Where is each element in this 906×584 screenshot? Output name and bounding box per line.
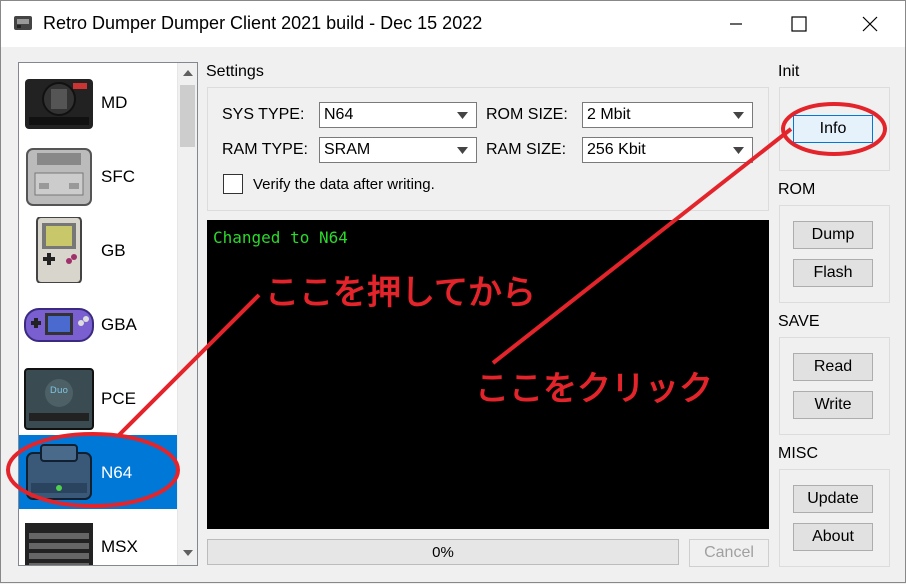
super-famicom-icon (26, 148, 92, 206)
system-item-n64[interactable]: N64 (19, 435, 177, 509)
chevron-down-icon (733, 147, 744, 154)
maximize-icon (791, 16, 807, 32)
minimize-icon (730, 23, 742, 25)
info-button[interactable]: Info (793, 115, 873, 143)
verify-checkbox[interactable] (223, 174, 243, 194)
annotation-click-here: ここをクリック (475, 369, 713, 409)
app-window: Retro Dumper Dumper Client 2021 build - … (0, 0, 906, 583)
write-button[interactable]: Write (793, 391, 873, 419)
save-group-label: SAVE (778, 313, 820, 330)
svg-text:Duo: Duo (50, 386, 69, 396)
chevron-down-icon (733, 112, 744, 119)
system-list-scrollbar[interactable] (177, 63, 197, 565)
sys-type-value: N64 (324, 106, 354, 123)
scroll-up-button[interactable] (178, 63, 197, 83)
about-button[interactable]: About (793, 523, 873, 551)
system-item-msx[interactable]: MSX (19, 509, 177, 565)
chevron-down-icon (457, 147, 468, 154)
dump-button[interactable]: Dump (793, 221, 873, 249)
system-label: PCE (101, 389, 136, 408)
init-group-label: Init (778, 63, 800, 80)
ram-size-value: 256 Kbit (587, 141, 646, 158)
misc-group (779, 469, 890, 567)
msx-icon (25, 523, 93, 565)
system-label: SFC (101, 167, 135, 186)
flash-button[interactable]: Flash (793, 259, 873, 287)
title-bar: Retro Dumper Dumper Client 2021 build - … (1, 1, 905, 47)
ram-size-select[interactable]: 256 Kbit (582, 137, 753, 163)
maximize-button[interactable] (776, 1, 822, 47)
scroll-down-button[interactable] (178, 543, 197, 563)
chevron-up-icon (182, 70, 193, 76)
rom-group-label: ROM (778, 181, 816, 198)
rom-size-select[interactable]: 2 Mbit (582, 102, 753, 128)
ram-type-label: RAM TYPE: (222, 141, 308, 158)
sys-type-select[interactable]: N64 (319, 102, 477, 128)
read-button[interactable]: Read (793, 353, 873, 381)
ram-size-label: RAM SIZE: (486, 141, 567, 158)
rom-group (779, 205, 890, 303)
window-title: Retro Dumper Dumper Client 2021 build - … (43, 13, 483, 33)
close-icon (862, 16, 878, 32)
misc-group-label: MISC (778, 445, 818, 462)
ram-type-select[interactable]: SRAM (319, 137, 477, 163)
system-label: MD (101, 93, 128, 112)
scrollbar-thumb[interactable] (180, 85, 195, 147)
console-line: Changed to N64 (213, 228, 348, 247)
update-button[interactable]: Update (793, 485, 873, 513)
save-group (779, 337, 890, 435)
system-item-gba[interactable]: GBA (19, 287, 177, 361)
ram-type-value: SRAM (324, 141, 371, 158)
game-boy-advance-icon (24, 308, 94, 342)
system-label: N64 (101, 463, 133, 482)
close-button[interactable] (847, 1, 893, 47)
nintendo-64-icon (26, 444, 92, 500)
rom-size-value: 2 Mbit (587, 106, 631, 123)
system-item-sfc[interactable]: SFC (19, 139, 177, 213)
minimize-button[interactable] (713, 1, 759, 47)
progress-bar: 0% (207, 539, 679, 565)
cancel-button[interactable]: Cancel (689, 539, 769, 567)
annotation-press-first: ここを押してから (265, 273, 536, 313)
system-item-pce[interactable]: Duo PCE (19, 361, 177, 435)
mega-drive-icon (25, 79, 93, 129)
system-label: MSX (101, 537, 138, 556)
system-item-md[interactable]: MD (19, 65, 177, 139)
sys-type-label: SYS TYPE: (222, 106, 305, 123)
chevron-down-icon (182, 550, 193, 556)
settings-group-label: Settings (206, 63, 264, 80)
chevron-down-icon (457, 112, 468, 119)
system-list[interactable]: MD SFC GB GBA Duo PCE N64 MSX (18, 62, 198, 566)
progress-text: 0% (432, 544, 454, 561)
game-boy-icon (36, 217, 82, 283)
rom-size-label: ROM SIZE: (486, 106, 568, 123)
system-item-gb[interactable]: GB (19, 213, 177, 287)
verify-label: Verify the data after writing. (253, 176, 435, 193)
app-icon (14, 16, 32, 30)
pc-engine-icon: Duo (24, 368, 94, 430)
system-label: GBA (101, 315, 137, 334)
system-label: GB (101, 241, 126, 260)
